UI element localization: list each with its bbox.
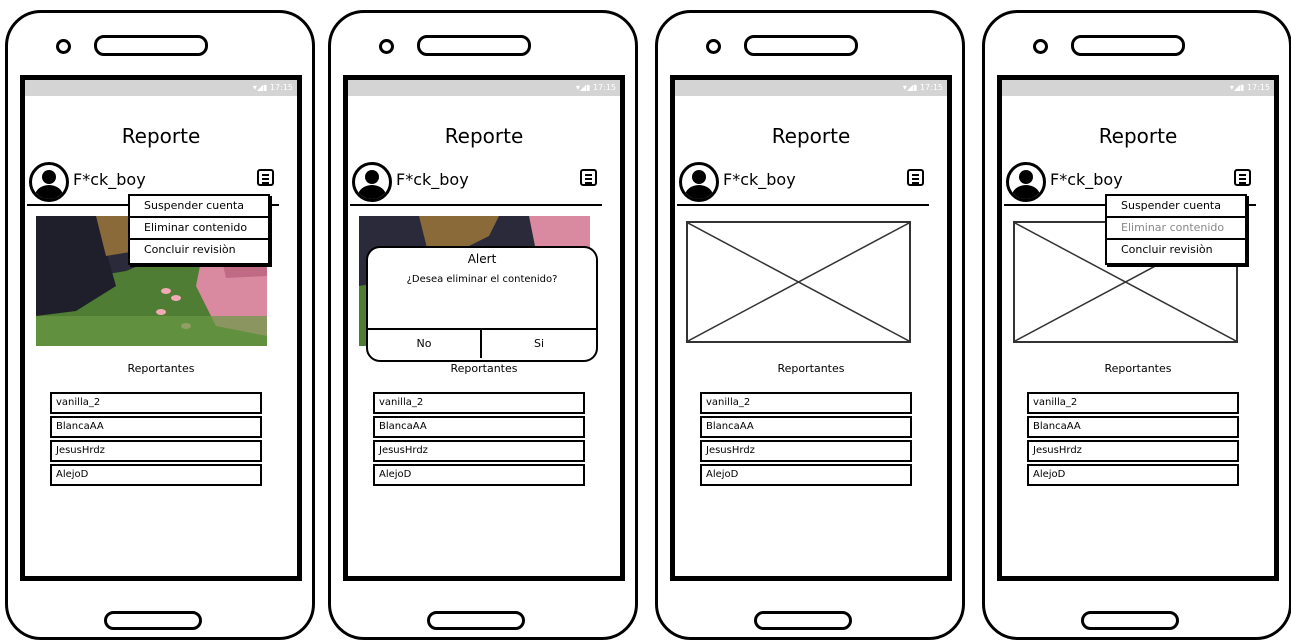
- speaker-grille: [1071, 35, 1185, 56]
- alert-dialog: Alert ¿Desea eliminar el contenido? No S…: [366, 246, 598, 362]
- status-bar: ▾◢▮ 17:15: [1002, 80, 1274, 96]
- reporter-item[interactable]: AlejoD: [700, 464, 912, 486]
- alert-buttons: No Si: [368, 328, 596, 360]
- screen: ▾◢▮ 17:15 Reporte F*ck_boy Reportantes v…: [343, 75, 625, 581]
- reporter-item[interactable]: BlancaAA: [1027, 416, 1239, 438]
- status-bar: ▾◢▮ 17:15: [675, 80, 947, 96]
- reporter-item[interactable]: JesusHrdz: [50, 440, 262, 462]
- menu-item-concluir-revision[interactable]: Concluir revisiòn: [1107, 240, 1245, 262]
- menu-item-suspender-cuenta[interactable]: Suspender cuenta: [130, 196, 268, 218]
- avatar-icon[interactable]: [1006, 162, 1046, 202]
- status-time: 17:15: [592, 83, 616, 92]
- username: F*ck_boy: [396, 170, 469, 189]
- speaker-grille: [417, 35, 531, 56]
- status-time: 17:15: [919, 83, 943, 92]
- reporter-item[interactable]: vanilla_2: [1027, 392, 1239, 414]
- screen: ▾◢▮ 17:15 Reporte F*ck_boy Reportantes v…: [670, 75, 952, 581]
- menu-icon[interactable]: [257, 169, 274, 186]
- username: F*ck_boy: [73, 170, 146, 189]
- reporter-item[interactable]: JesusHrdz: [700, 440, 912, 462]
- status-time: 17:15: [1246, 83, 1270, 92]
- wifi-signal-battery-icon: ▾◢▮: [252, 83, 270, 92]
- page-title: Reporte: [771, 124, 851, 148]
- menu-item-suspender-cuenta[interactable]: Suspender cuenta: [1107, 196, 1245, 218]
- reporter-item[interactable]: JesusHrdz: [1027, 440, 1239, 462]
- divider: [350, 204, 602, 206]
- reportantes-label: Reportantes: [127, 362, 195, 375]
- status-time: 17:15: [269, 83, 293, 92]
- wifi-signal-battery-icon: ▾◢▮: [575, 83, 593, 92]
- page-title: Reporte: [1098, 124, 1178, 148]
- camera-icon: [379, 39, 394, 54]
- alert-title: Alert: [467, 252, 497, 266]
- menu-icon[interactable]: [580, 169, 597, 186]
- image-placeholder: [686, 221, 911, 343]
- status-bar: ▾◢▮ 17:15: [348, 80, 620, 96]
- options-menu: Suspender cuenta Eliminar contenido Conc…: [128, 194, 270, 265]
- status-bar: ▾◢▮ 17:15: [25, 80, 297, 96]
- camera-icon: [1033, 39, 1048, 54]
- screen: ▾◢▮ 17:15 Reporte F*ck_boy Reportantes v…: [997, 75, 1279, 581]
- wifi-signal-battery-icon: ▾◢▮: [902, 83, 920, 92]
- username: F*ck_boy: [1050, 170, 1123, 189]
- avatar-icon[interactable]: [679, 162, 719, 202]
- camera-icon: [56, 39, 71, 54]
- reporter-item[interactable]: vanilla_2: [700, 392, 912, 414]
- home-button[interactable]: [427, 611, 525, 630]
- phone-frame-4: ▾◢▮ 17:15 Reporte F*ck_boy Reportantes v…: [982, 10, 1291, 640]
- username: F*ck_boy: [723, 170, 796, 189]
- home-button[interactable]: [754, 611, 852, 630]
- menu-item-concluir-revision[interactable]: Concluir revisiòn: [130, 240, 268, 262]
- no-button[interactable]: No: [368, 330, 482, 358]
- speaker-grille: [94, 35, 208, 56]
- wifi-signal-battery-icon: ▾◢▮: [1229, 83, 1247, 92]
- reporter-item[interactable]: vanilla_2: [50, 392, 262, 414]
- menu-item-eliminar-contenido[interactable]: Eliminar contenido: [130, 218, 268, 240]
- yes-button[interactable]: Si: [482, 330, 596, 358]
- reportantes-label: Reportantes: [1104, 362, 1172, 375]
- divider: [677, 204, 929, 206]
- menu-icon[interactable]: [1234, 169, 1251, 186]
- menu-item-eliminar-contenido: Eliminar contenido: [1107, 218, 1245, 240]
- phone-frame-3: ▾◢▮ 17:15 Reporte F*ck_boy Reportantes v…: [655, 10, 965, 640]
- reporter-item[interactable]: AlejoD: [50, 464, 262, 486]
- phone-frame-2: ▾◢▮ 17:15 Reporte F*ck_boy Reportantes v…: [328, 10, 638, 640]
- menu-icon[interactable]: [907, 169, 924, 186]
- phone-frame-1: ▾◢▮ 17:15 Reporte F*ck_boy Reportantes v…: [5, 10, 315, 640]
- speaker-grille: [744, 35, 858, 56]
- reporter-item[interactable]: AlejoD: [373, 464, 585, 486]
- reporter-item[interactable]: BlancaAA: [700, 416, 912, 438]
- screen: ▾◢▮ 17:15 Reporte F*ck_boy Reportantes v…: [20, 75, 302, 581]
- page-title: Reporte: [121, 124, 201, 148]
- alert-message: ¿Desea eliminar el contenido?: [406, 274, 558, 285]
- reportantes-label: Reportantes: [777, 362, 845, 375]
- reporter-item[interactable]: BlancaAA: [373, 416, 585, 438]
- page-title: Reporte: [444, 124, 524, 148]
- camera-icon: [706, 39, 721, 54]
- avatar-icon[interactable]: [29, 162, 69, 202]
- avatar-icon[interactable]: [352, 162, 392, 202]
- reporter-item[interactable]: JesusHrdz: [373, 440, 585, 462]
- reporter-item[interactable]: vanilla_2: [373, 392, 585, 414]
- reportantes-label: Reportantes: [450, 362, 518, 375]
- reporter-item[interactable]: AlejoD: [1027, 464, 1239, 486]
- reporter-item[interactable]: BlancaAA: [50, 416, 262, 438]
- home-button[interactable]: [104, 611, 202, 630]
- options-menu: Suspender cuenta Eliminar contenido Conc…: [1105, 194, 1247, 265]
- home-button[interactable]: [1081, 611, 1179, 630]
